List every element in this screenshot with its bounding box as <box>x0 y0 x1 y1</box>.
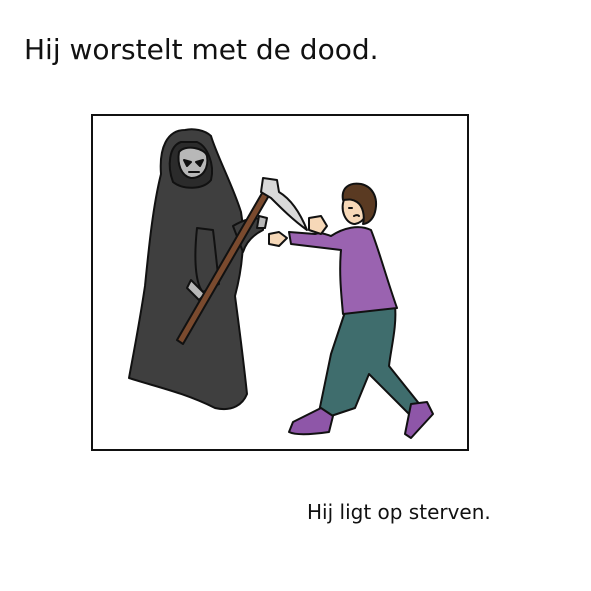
page-title: Hij worstelt met de dood. <box>24 33 379 66</box>
grim-reaper-figure <box>128 128 268 410</box>
man-figure <box>268 182 434 439</box>
skull-icon <box>177 146 209 179</box>
illustration-frame <box>91 114 469 451</box>
caption-text: Hij ligt op sterven. <box>307 500 491 524</box>
